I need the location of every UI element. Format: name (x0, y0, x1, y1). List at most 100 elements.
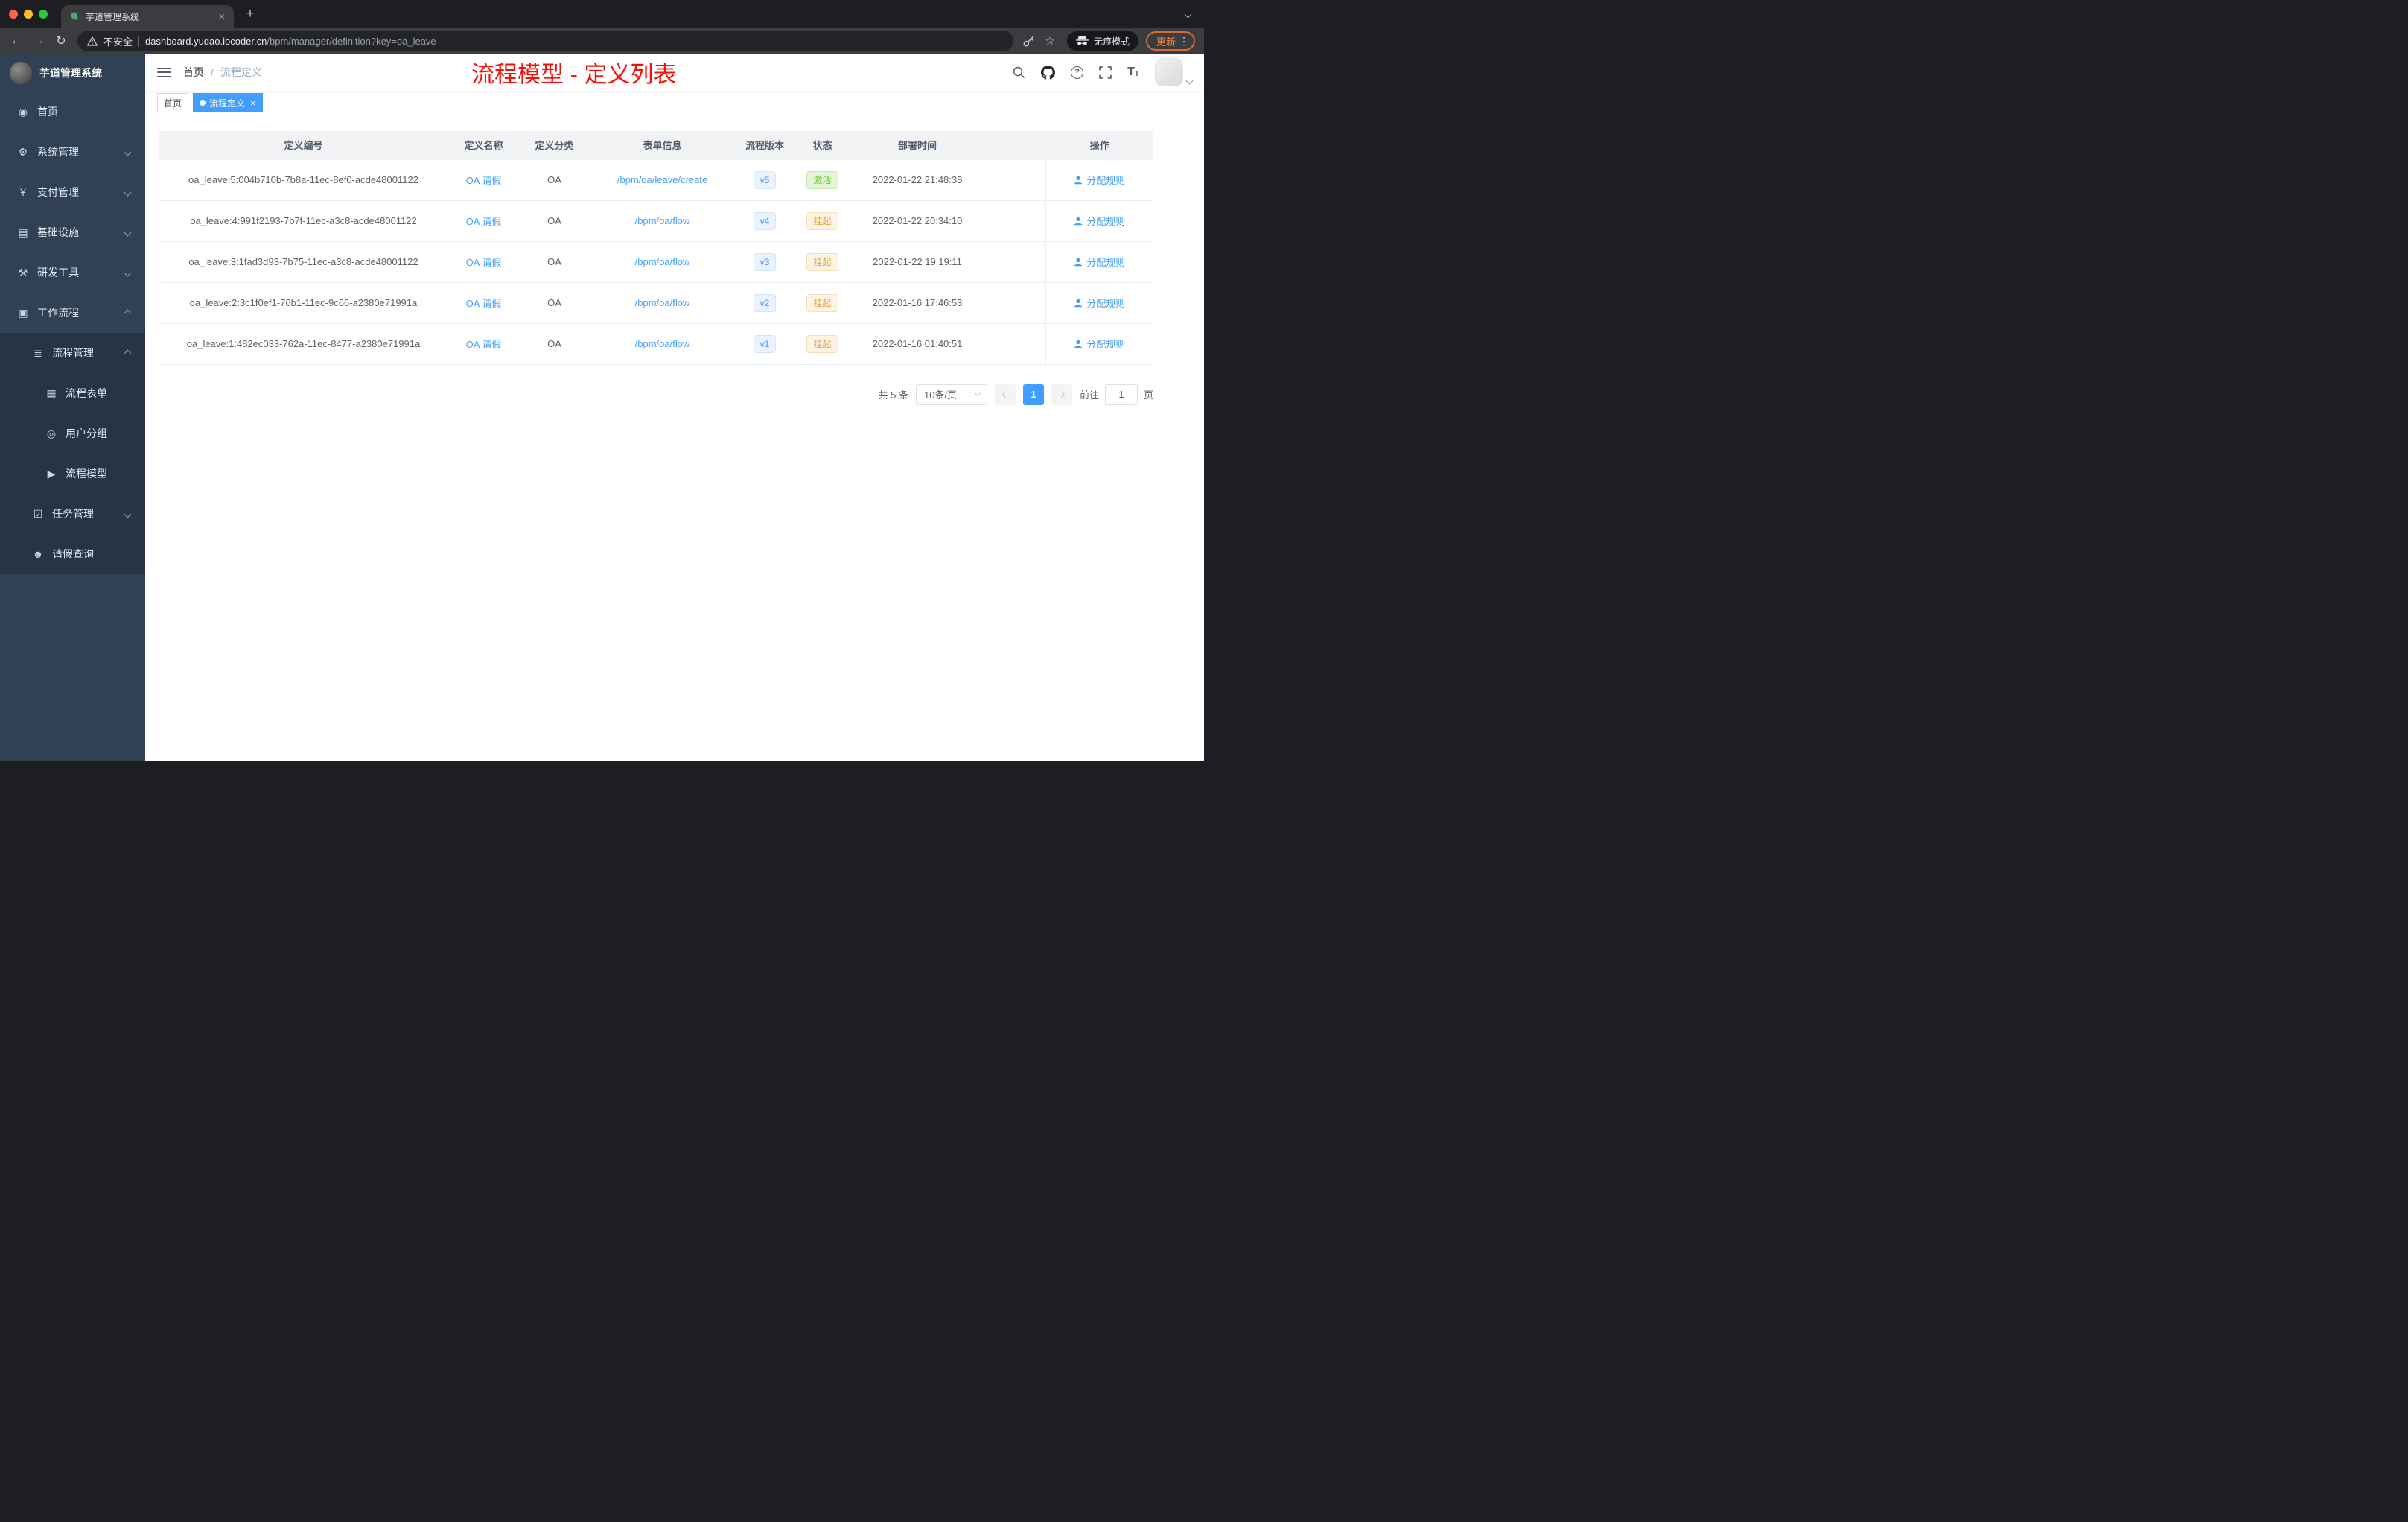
user-icon (1074, 299, 1083, 307)
definition-name-link[interactable]: OA 请假 (466, 339, 502, 350)
breadcrumb: 首页 / 流程定义 (183, 65, 262, 80)
fullscreen-icon[interactable] (1099, 66, 1112, 79)
tag-label: 流程定义 (209, 98, 246, 109)
zoom-window-button[interactable] (39, 10, 48, 19)
sidebar-item-label: 流程模型 (66, 468, 107, 480)
page-size-value: 10条/页 (923, 389, 958, 401)
sidebar-item-process-manage[interactable]: ≣ 流程管理 (0, 333, 145, 373)
sidebar-item-process-model[interactable]: ▶ 流程模型 (0, 453, 145, 494)
deploy-time: 2022-01-22 19:19:11 (873, 256, 962, 267)
goto-page-input[interactable] (1104, 383, 1138, 405)
assign-rule-link[interactable]: 分配规则 (1074, 173, 1125, 187)
goto-page: 前往 页 (1080, 383, 1153, 405)
browser-menu-kebab-icon[interactable]: ⋮ (1178, 35, 1190, 48)
sidebar-item-label: 基础设施 (37, 226, 79, 238)
sidebar-item-workflow[interactable]: ▣ 工作流程 (0, 293, 145, 333)
sidebar-item-leave-query[interactable]: ☻ 请假查询 (0, 534, 145, 574)
submenu-arrow-icon (124, 269, 132, 276)
column-header: 部署时间 (850, 131, 984, 160)
browser-tab[interactable]: 芋道管理系统 × (61, 5, 234, 28)
tag-view-item[interactable]: 首页 (157, 93, 189, 112)
spacer-cell (984, 282, 1045, 324)
definition-category: OA (547, 256, 561, 267)
assign-rule-link[interactable]: 分配规则 (1074, 255, 1125, 269)
definition-name-link[interactable]: OA 请假 (466, 257, 502, 268)
tag-close-icon[interactable]: × (249, 98, 256, 108)
assign-rule-link[interactable]: 分配规则 (1074, 296, 1125, 310)
forward-icon[interactable]: → (28, 34, 49, 48)
sidebar-logo[interactable]: 芋道管理系统 (0, 54, 145, 92)
bookmark-star-icon[interactable]: ☆ (1040, 34, 1060, 48)
status-tag: 激活 (806, 171, 838, 189)
back-icon[interactable]: ← (6, 34, 27, 48)
github-icon[interactable] (1041, 65, 1056, 80)
sidebar-item-payment-manage[interactable]: ¥ 支付管理 (0, 172, 145, 212)
definition-name-link[interactable]: OA 请假 (466, 298, 502, 309)
search-icon[interactable] (1012, 66, 1025, 79)
column-spacer (984, 131, 1045, 160)
security-label: 不安全 (103, 36, 133, 48)
reload-icon[interactable]: ↻ (51, 34, 71, 48)
tab-search-button[interactable] (1184, 10, 1192, 18)
column-header: 表单信息 (590, 131, 735, 160)
sidebar-item-label: 研发工具 (37, 267, 79, 278)
sidebar-item-user-group[interactable]: ◎ 用户分组 (0, 413, 145, 453)
sidebar-item-process-form[interactable]: ▦ 流程表单 (0, 373, 145, 413)
browser-update-button[interactable]: 更新 ⋮ (1145, 31, 1195, 51)
user-menu-caret-icon (1185, 77, 1194, 85)
definition-id: oa_leave:2:3c1f0ef1-76b1-11ec-9c66-a2380… (189, 297, 418, 308)
user-menu[interactable] (1155, 58, 1194, 86)
sidebar-item-label: 工作流程 (37, 307, 79, 319)
font-size-icon[interactable]: TT (1127, 66, 1139, 78)
user-icon (1074, 217, 1083, 225)
breadcrumb-home[interactable]: 首页 (183, 65, 204, 80)
assign-rule-link[interactable]: 分配规则 (1074, 214, 1125, 228)
column-header: 定义分类 (519, 131, 590, 160)
definition-name-link[interactable]: OA 请假 (466, 175, 502, 186)
next-page-button[interactable] (1051, 383, 1072, 405)
tag-active-dot (200, 100, 206, 106)
browser-tab-strip: 芋道管理系统 × + (0, 0, 1204, 28)
sidebar-item-dev-tools[interactable]: ⚒ 研发工具 (0, 252, 145, 293)
avatar[interactable] (1155, 58, 1183, 86)
help-icon[interactable]: ? (1071, 66, 1084, 79)
form-info-link[interactable]: /bpm/oa/flow (635, 297, 690, 308)
sidebar-item-home[interactable]: ◉ 首页 (0, 92, 145, 132)
browser-toolbar: ← → ↻ 不安全 dashboard.yudao.iocoder.cn/bpm… (0, 28, 1204, 54)
tab-close-icon[interactable]: × (217, 11, 226, 22)
assign-rule-link[interactable]: 分配规则 (1074, 337, 1125, 351)
tag-view-item[interactable]: 流程定义 × (193, 93, 263, 112)
workflow-icon: ▣ (18, 306, 28, 319)
sidebar-item-label: 用户分组 (66, 427, 107, 439)
update-label: 更新 (1156, 36, 1176, 48)
pagination: 共 5 条 10条/页 1 前往 页 (159, 383, 1153, 405)
definition-category: OA (547, 215, 561, 226)
form-info-link[interactable]: /bpm/oa/flow (635, 256, 690, 267)
sidebar-item-label: 流程管理 (52, 347, 94, 359)
page-size-select[interactable]: 10条/页 (915, 383, 987, 405)
sidebar-item-infrastructure[interactable]: ▤ 基础设施 (0, 212, 145, 252)
page-number-1[interactable]: 1 (1022, 383, 1044, 405)
prev-page-button[interactable] (994, 383, 1016, 405)
sidebar-item-task-manage[interactable]: ☑ 任务管理 (0, 494, 145, 534)
submenu-arrow-icon (124, 148, 132, 156)
form-info-link[interactable]: /bpm/oa/flow (635, 338, 690, 349)
sidebar-item-label: 任务管理 (52, 508, 94, 520)
new-tab-button[interactable]: + (240, 4, 261, 25)
password-key-icon[interactable] (1019, 35, 1039, 48)
table-row: oa_leave:3:1fad3d93-7b75-11ec-a3c8-acde4… (159, 241, 1153, 283)
minimize-window-button[interactable] (24, 10, 33, 19)
form-info-link[interactable]: /bpm/oa/flow (635, 215, 690, 226)
address-bar[interactable]: 不安全 dashboard.yudao.iocoder.cn/bpm/manag… (77, 31, 1013, 51)
definition-name-link[interactable]: OA 请假 (466, 216, 502, 227)
sidebar-toggle-icon[interactable] (157, 67, 171, 77)
sidebar-item-label: 支付管理 (37, 186, 79, 198)
form-info-link[interactable]: /bpm/oa/leave/create (617, 174, 707, 185)
process-version-tag: v1 (753, 334, 777, 353)
sidebar-item-system-manage[interactable]: ⚙ 系统管理 (0, 132, 145, 172)
submenu-arrow-icon (124, 349, 132, 357)
spacer-cell (984, 323, 1045, 365)
definition-id: oa_leave:1:482ec033-762a-11ec-8477-a2380… (186, 338, 421, 349)
close-window-button[interactable] (9, 10, 18, 19)
incognito-label: 无痕模式 (1093, 36, 1130, 47)
